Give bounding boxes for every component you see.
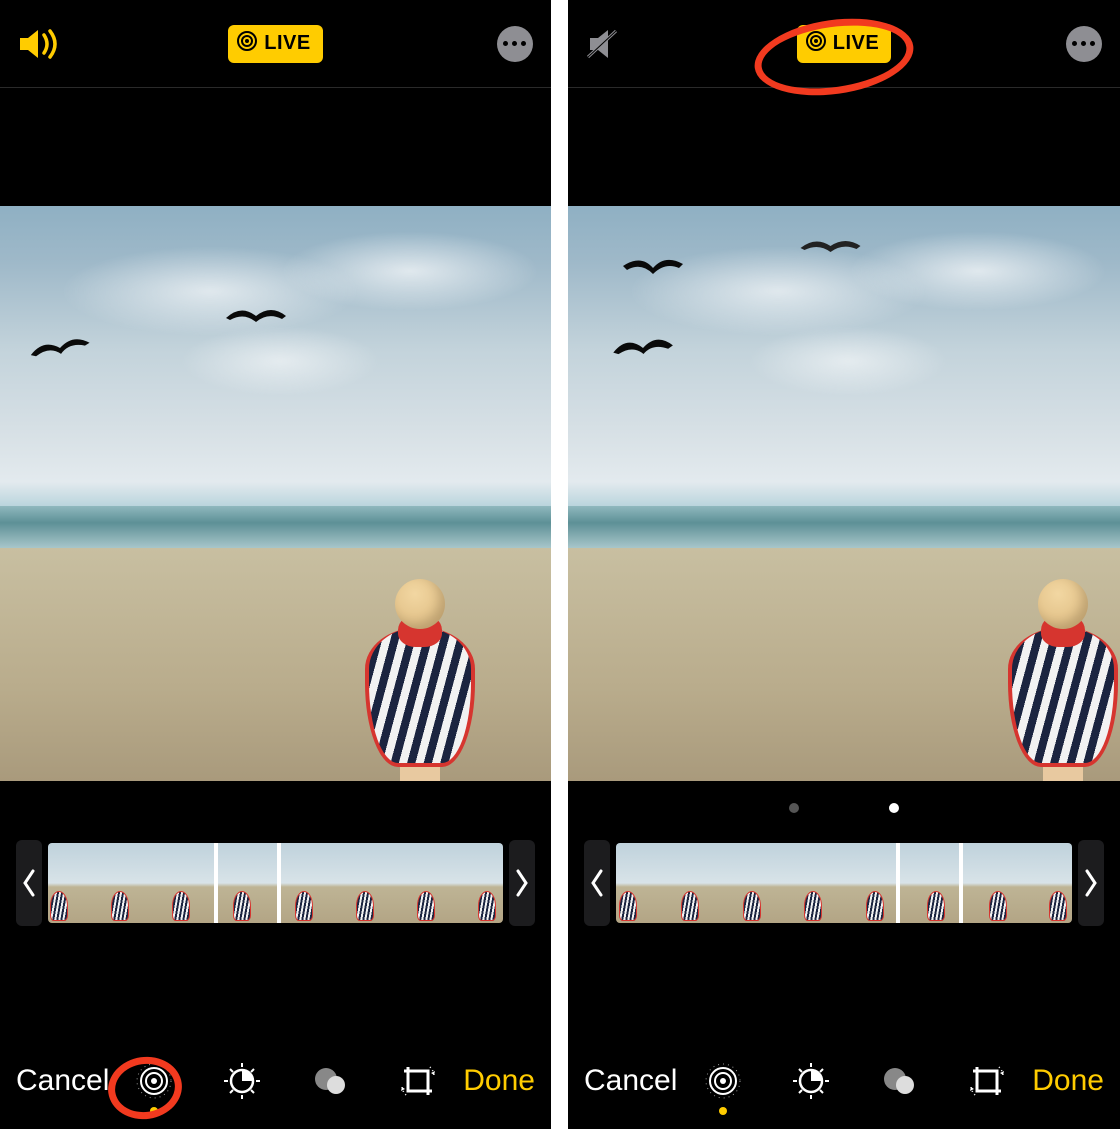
filters-tool-button[interactable] [877, 1059, 921, 1103]
filmstrip-frame[interactable] [105, 843, 162, 923]
speaker-on-icon [18, 27, 62, 61]
active-indicator-dot [150, 1107, 158, 1115]
filmstrip-frame[interactable] [48, 843, 105, 923]
bottom-toolbar: Cancel [0, 1051, 551, 1111]
live-target-icon [134, 1061, 174, 1101]
more-button[interactable] [497, 26, 533, 62]
filmstrip-frame[interactable] [219, 843, 276, 923]
filmstrip-frame[interactable] [787, 843, 844, 923]
filmstrip-frames[interactable] [48, 843, 503, 923]
sound-toggle[interactable] [586, 27, 646, 61]
live-badge-label: LIVE [264, 32, 310, 55]
filmstrip-prev-button[interactable] [16, 840, 42, 926]
crop-tool-button[interactable] [965, 1059, 1009, 1103]
photo-preview[interactable] [568, 206, 1120, 781]
adjust-tool-button[interactable] [789, 1059, 833, 1103]
live-badge-label: LIVE [833, 32, 879, 55]
filmstrip-frame[interactable] [162, 843, 219, 923]
page-dot [789, 803, 799, 813]
live-badge[interactable]: LIVE [228, 25, 322, 63]
photo-preview-area [0, 88, 551, 823]
filmstrip-next-button[interactable] [509, 840, 535, 926]
filmstrip-prev-button[interactable] [584, 840, 610, 926]
adjust-dial-icon [222, 1061, 262, 1101]
filters-icon [879, 1061, 919, 1101]
crop-rotate-icon [967, 1061, 1007, 1101]
adjust-dial-icon [791, 1061, 831, 1101]
edit-tools [132, 1059, 440, 1103]
cancel-button[interactable]: Cancel [16, 1064, 109, 1098]
bird-icon [220, 306, 292, 330]
filmstrip [0, 823, 551, 943]
done-button[interactable]: Done [463, 1064, 535, 1098]
bottom-toolbar: Cancel [568, 1051, 1120, 1111]
speaker-muted-icon [586, 27, 626, 61]
live-target-icon [703, 1061, 743, 1101]
filmstrip-frame[interactable] [730, 843, 787, 923]
ellipsis-icon [1072, 41, 1095, 46]
more-button[interactable] [1066, 26, 1102, 62]
filters-tool-button[interactable] [308, 1059, 352, 1103]
live-target-icon [805, 30, 827, 58]
subject-child [998, 579, 1120, 781]
adjust-tool-button[interactable] [220, 1059, 264, 1103]
bird-icon [608, 256, 698, 280]
filmstrip-frame[interactable] [446, 843, 503, 923]
page-indicator-dots [568, 803, 1120, 813]
live-badge[interactable]: LIVE [797, 25, 891, 63]
filmstrip-frame[interactable] [616, 843, 673, 923]
editor-panel-left: LIVE Cancel [0, 0, 551, 1129]
edit-tools [701, 1059, 1009, 1103]
filmstrip-frame[interactable] [844, 843, 901, 923]
filmstrip-frame[interactable] [332, 843, 389, 923]
filmstrip [568, 823, 1120, 943]
filters-icon [310, 1061, 350, 1101]
photo-preview[interactable] [0, 206, 551, 781]
subject-child [360, 579, 480, 781]
filmstrip-next-button[interactable] [1078, 840, 1104, 926]
live-tool-button[interactable] [701, 1059, 745, 1103]
filmstrip-frame[interactable] [1015, 843, 1072, 923]
active-indicator-dot [719, 1107, 727, 1115]
crop-tool-button[interactable] [396, 1059, 440, 1103]
filmstrip-frames[interactable] [616, 843, 1072, 923]
filmstrip-frame[interactable] [389, 843, 446, 923]
crop-rotate-icon [398, 1061, 438, 1101]
done-button[interactable]: Done [1032, 1064, 1104, 1098]
page-dot-active [889, 803, 899, 813]
filmstrip-frame[interactable] [276, 843, 333, 923]
ellipsis-icon [503, 41, 526, 46]
filmstrip-frame[interactable] [673, 843, 730, 923]
filmstrip-frame[interactable] [958, 843, 1015, 923]
bird-icon [798, 236, 863, 260]
filmstrip-frame[interactable] [901, 843, 958, 923]
top-bar: LIVE [568, 0, 1120, 88]
cancel-button[interactable]: Cancel [584, 1064, 677, 1098]
live-tool-button[interactable] [132, 1059, 176, 1103]
sound-toggle[interactable] [18, 27, 78, 61]
photo-preview-area [568, 88, 1120, 823]
live-target-icon [236, 30, 258, 58]
top-bar: LIVE [0, 0, 551, 88]
editor-panel-right: LIVE [568, 0, 1120, 1129]
